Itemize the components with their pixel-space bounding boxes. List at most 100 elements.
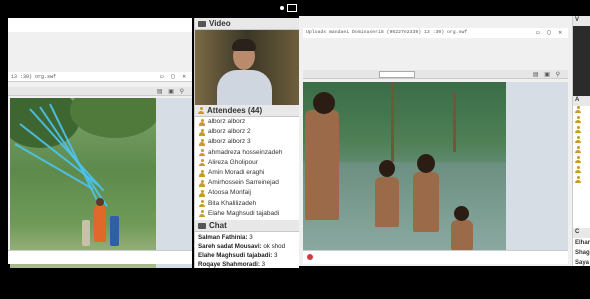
window-controls-icon[interactable]: ▭ ▢ ✕ (160, 73, 188, 80)
presentation-top-strip (8, 18, 192, 32)
wooden-post (391, 82, 394, 162)
person-icon (575, 166, 581, 173)
image-icon (287, 4, 297, 12)
attendees-icon (198, 107, 204, 114)
screenshot-top-border (299, 0, 590, 16)
attendee-row[interactable] (573, 136, 590, 146)
attendee-name: alborz alborz 3 (208, 138, 251, 146)
shared-document-area: 13 :30) org.swf ▭ ▢ ✕ ▤ ▣ ⚲ (8, 32, 192, 278)
attendee-row[interactable] (573, 156, 590, 166)
attendee-list-cropped[interactable] (573, 106, 590, 228)
tree-canopy (70, 98, 156, 138)
boy-figure (451, 220, 473, 250)
attendee-name: Alireza Gholipour (208, 158, 258, 166)
boy-figure (375, 177, 399, 227)
toolbar-icons[interactable]: ▤ ▣ ⚲ (533, 71, 562, 78)
attendee-row[interactable]: Bita Khalilizadeh (195, 199, 299, 209)
attendee-row[interactable]: Amin Moradi eraghi (195, 168, 299, 178)
chat-message-list-cropped[interactable]: ElharShagSayaSaredoruSayanob (573, 238, 590, 266)
video-pod-title: Video (209, 19, 231, 28)
document-toolbar[interactable]: ▤ ▣ ⚲ (303, 70, 568, 79)
attendee-name: alborz alborz 2 (208, 128, 251, 136)
attendee-row[interactable] (573, 116, 590, 126)
webcam-video (195, 30, 299, 105)
person-icon (199, 179, 205, 187)
person-icon (575, 126, 581, 133)
document-url-text: 13 :30) org.swf (11, 74, 57, 80)
boy-head (379, 160, 395, 177)
chat-pod-header: C (573, 228, 590, 238)
document-toolbar[interactable]: ▤ ▣ ⚲ (8, 87, 192, 96)
attendee-name: alborz alborz (208, 118, 246, 125)
person-icon (199, 189, 205, 197)
boy-figure (305, 110, 339, 220)
right-meeting-screenshot: Uploads mandaei Dominaseri8 (96227e2339)… (299, 0, 590, 299)
document-url-text: Uploads mandaei Dominaseri8 (96227e2339)… (306, 30, 468, 35)
toolbar-icons[interactable]: ▤ ▣ ⚲ (157, 88, 186, 95)
person-icon (199, 149, 205, 157)
meeting-side-panel-cropped: V A C ElharShagSayaSaredoruSayanob (572, 16, 590, 266)
person-icon (575, 156, 581, 163)
slide-side-margin (506, 82, 568, 250)
attendee-row[interactable]: alborz alborz 2 (195, 127, 299, 137)
attendee-row[interactable]: alborz alborz 3 (195, 137, 299, 147)
attendee-row[interactable]: alborz alborz (195, 117, 299, 127)
attendee-row[interactable] (573, 126, 590, 136)
attendee-row[interactable] (573, 106, 590, 116)
person-icon (199, 118, 205, 126)
person-icon (575, 176, 581, 183)
attendee-row[interactable]: Alireza Gholipour (195, 158, 299, 168)
video-pod-header: V (573, 16, 590, 26)
video-pod-header: Video (195, 18, 299, 30)
chat-sender: Salman Fathinia: (198, 234, 248, 241)
person-icon (199, 169, 205, 177)
attendee-row[interactable] (573, 146, 590, 156)
boy-head (313, 92, 335, 114)
attendee-row[interactable] (573, 176, 590, 186)
meeting-side-panel: Video Attendees (44) alborz alborz alborz… (194, 18, 299, 280)
screenshot-bottom-border (0, 268, 299, 299)
attendee-name: ahmadreza hosseinzadeh (208, 148, 283, 156)
chat-text: 3 (247, 234, 253, 241)
wooden-post (453, 92, 456, 152)
attendee-row[interactable]: ahmadreza hosseinzadeh (195, 148, 299, 158)
presenter-hair (232, 39, 256, 51)
person-icon (199, 128, 205, 136)
slide-photo-boys-in-water (303, 82, 506, 250)
child-figure (82, 220, 90, 246)
boy-figure (413, 172, 439, 232)
person-icon (575, 106, 581, 113)
attendee-list[interactable]: alborz alborz alborz alborz 2 alborz albor… (195, 117, 299, 220)
attendees-pod-header: A (573, 96, 590, 106)
child-head (96, 198, 104, 206)
attendee-name: Amin Moradi eraghi (208, 168, 265, 176)
presenter-body (217, 70, 272, 105)
chat-sender: Roqaye Shahmoradi: (198, 261, 260, 268)
webcam-video (573, 26, 590, 96)
attendees-pod-title: Attendees (44) (207, 106, 263, 115)
person-icon (575, 136, 581, 143)
attendee-name: Elahe Maghsudi tajabadi (208, 209, 280, 217)
chat-sender: Elahe Maghsudi tajabadi: (198, 252, 273, 259)
person-icon (575, 116, 581, 123)
page-selector[interactable] (379, 71, 415, 78)
chat-sender: Sareh sadat Mousavi: (198, 243, 262, 250)
person-icon (199, 210, 205, 218)
person-icon (575, 146, 581, 153)
attendee-row[interactable] (573, 166, 590, 176)
attendee-row[interactable]: Atoosa Monfaij (195, 188, 299, 198)
attendee-name: Atoosa Monfaij (208, 189, 251, 197)
window-controls-icon[interactable]: ▭ ▢ ✕ (536, 29, 564, 36)
attendee-name: Bita Khalilizadeh (208, 199, 257, 207)
record-icon[interactable] (307, 254, 313, 260)
attendee-row[interactable]: Elahe Maghsudi tajabadi (195, 209, 299, 219)
presentation-bottom-strip (303, 250, 568, 264)
chat-message: Elahe Maghsudi tajabadi: 3 (195, 251, 299, 260)
camera-icon (198, 20, 206, 27)
chat-text: ok shod (261, 243, 286, 250)
chat-pod-title: Chat (209, 221, 227, 230)
chat-message: Shag (575, 250, 590, 256)
attendee-row[interactable]: Amirhossein Sarreinejad (195, 178, 299, 188)
attendees-pod-header: Attendees (44) (195, 105, 299, 117)
document-url-bar: Uploads mandaei Dominaseri8 (96227e2339)… (303, 28, 568, 38)
